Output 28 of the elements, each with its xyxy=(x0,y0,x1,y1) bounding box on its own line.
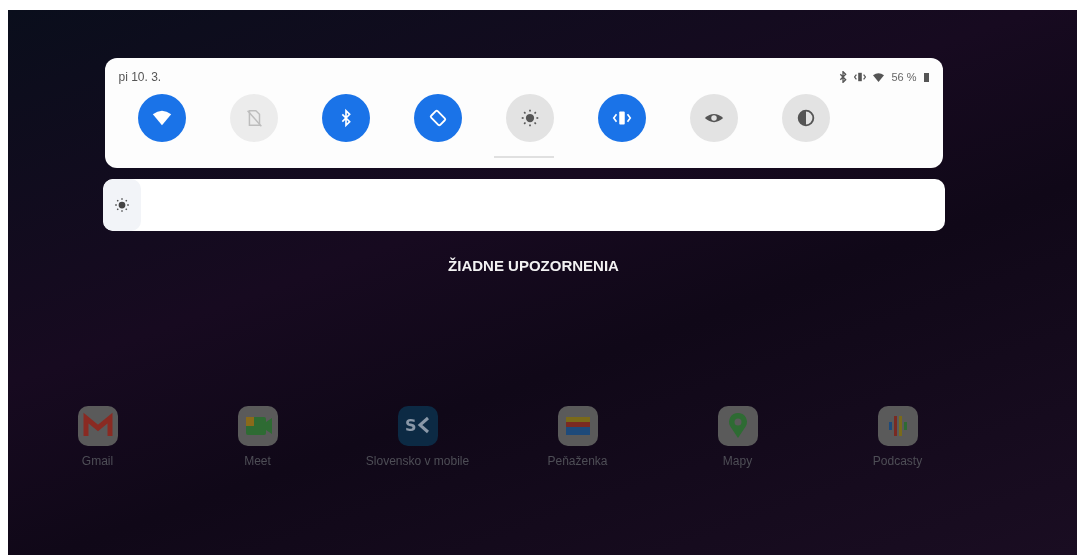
app-label[interactable]: Peňaženka xyxy=(547,454,608,468)
app-icon[interactable] xyxy=(875,404,920,448)
app-icon[interactable] xyxy=(75,404,120,448)
vibrate-toggle[interactable] xyxy=(597,94,646,142)
bluetooth-toggle[interactable] xyxy=(321,94,370,142)
battery-percent: 56 % xyxy=(891,71,917,83)
app-label[interactable]: Meet xyxy=(244,454,271,468)
bluetooth-icon xyxy=(839,71,848,83)
contrast-toggle[interactable] xyxy=(781,94,830,142)
flashlight-toggle[interactable] xyxy=(505,94,554,142)
rotate-toggle[interactable] xyxy=(413,94,462,142)
app-icon[interactable] xyxy=(715,404,760,448)
app-icon[interactable] xyxy=(555,404,600,448)
eye-toggle[interactable] xyxy=(689,94,738,142)
battery-icon xyxy=(923,72,929,82)
wifi-toggle[interactable] xyxy=(137,94,186,142)
no-notifications-text: ŽIADNE UPOZORNENIA xyxy=(448,257,619,274)
wifi-icon xyxy=(873,72,885,82)
app-icon[interactable]: S xyxy=(395,404,440,448)
brightness-icon xyxy=(112,196,131,214)
vibrate-icon xyxy=(854,72,867,82)
app-label[interactable]: Slovensko v mobile xyxy=(365,454,470,468)
date-text: pi 10. 3. xyxy=(118,70,162,84)
app-label[interactable]: Podcasty xyxy=(872,454,923,468)
app-icon[interactable] xyxy=(235,404,280,448)
app-label[interactable]: Mapy xyxy=(722,454,753,468)
app-label[interactable]: Gmail xyxy=(81,454,114,468)
brightness-slider[interactable] xyxy=(102,179,945,231)
